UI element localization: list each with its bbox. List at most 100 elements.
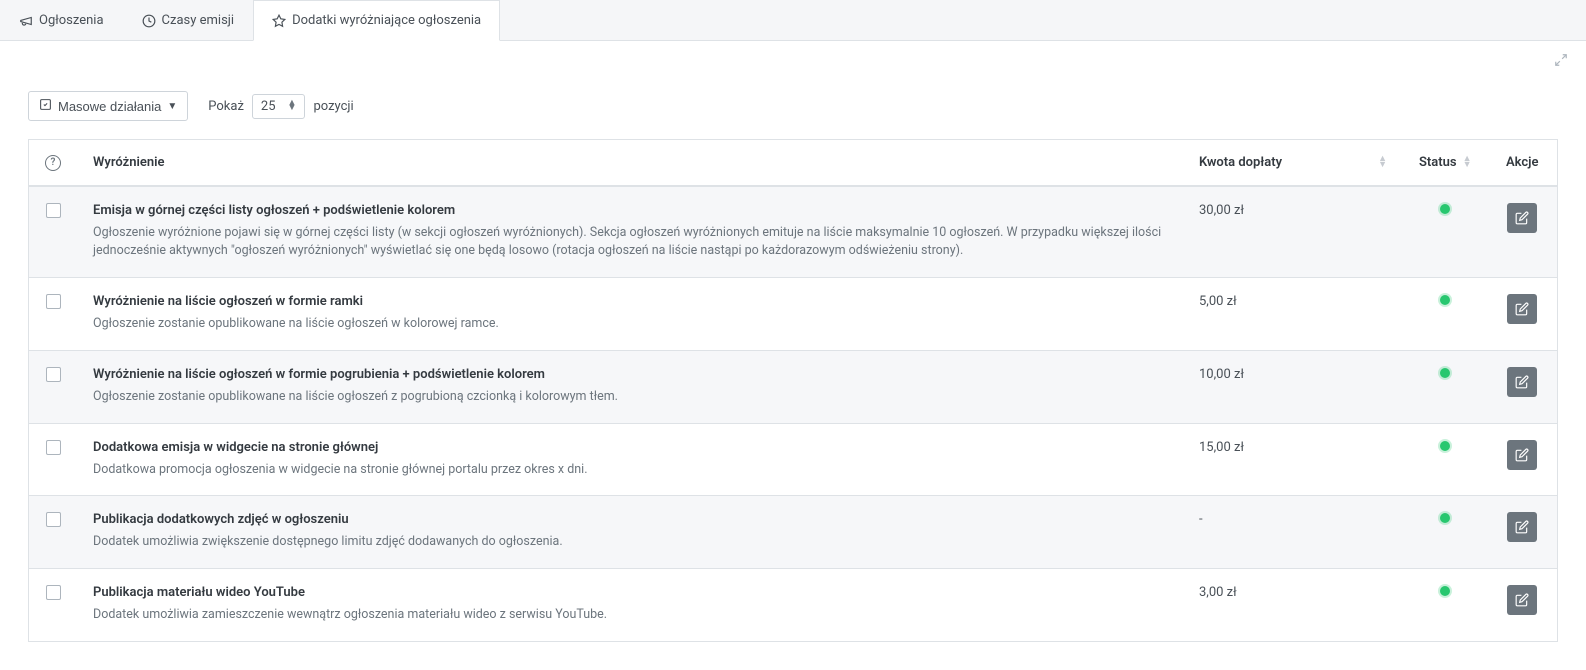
row-title: Emisja w górnej części listy ogłoszeń + … — [93, 203, 1167, 218]
row-checkbox[interactable] — [46, 512, 61, 527]
table-row: Emisja w górnej części listy ogłoszeń + … — [29, 186, 1558, 278]
row-main-cell: Wyróżnienie na liście ogłoszeń w formie … — [77, 350, 1183, 423]
edit-button[interactable] — [1507, 512, 1537, 542]
row-title: Wyróżnienie na liście ogłoszeń w formie … — [93, 294, 1167, 309]
row-actions — [1488, 496, 1558, 569]
addons-table: ? Wyróżnienie Kwota dopłaty ▲▼ Status — [28, 139, 1558, 642]
row-title: Publikacja dodatkowych zdjęć w ogłoszeni… — [93, 512, 1167, 527]
row-checkbox[interactable] — [46, 294, 61, 309]
row-description: Dodatek umożliwia zamieszczenie wewnątrz… — [93, 606, 1167, 625]
row-actions — [1488, 186, 1558, 278]
row-checkbox[interactable] — [46, 203, 61, 218]
table-row: Dodatkowa emisja w widgecie na stronie g… — [29, 423, 1558, 496]
row-actions — [1488, 350, 1558, 423]
expand-icon[interactable] — [1554, 53, 1568, 71]
row-amount: 3,00 zł — [1183, 569, 1403, 642]
row-title: Publikacja materiału wideo YouTube — [93, 585, 1167, 600]
tab-label: Dodatki wyróżniające ogłoszenia — [292, 13, 481, 28]
table-row: Publikacja dodatkowych zdjęć w ogłoszeni… — [29, 496, 1558, 569]
edit-icon — [1515, 211, 1529, 225]
help-icon[interactable]: ? — [45, 155, 61, 171]
row-actions — [1488, 278, 1558, 351]
row-main-cell: Publikacja dodatkowych zdjęć w ogłoszeni… — [77, 496, 1183, 569]
tab-announcements[interactable]: Ogłoszenia — [0, 0, 123, 40]
edit-button[interactable] — [1507, 203, 1537, 233]
row-actions — [1488, 569, 1558, 642]
row-description: Ogłoszenie zostanie opublikowane na liśc… — [93, 388, 1167, 407]
tabs-bar: Ogłoszenia Czasy emisji Dodatki wyróżnia… — [0, 0, 1586, 41]
edit-icon — [1515, 593, 1529, 607]
sort-arrows-icon: ▲▼ — [1463, 156, 1472, 168]
checkbox-icon — [39, 98, 52, 114]
row-amount: 5,00 zł — [1183, 278, 1403, 351]
col-header-actions: Akcje — [1488, 140, 1558, 186]
row-checkbox-cell — [29, 350, 78, 423]
tab-label: Czasy emisji — [162, 13, 235, 28]
row-amount: - — [1183, 496, 1403, 569]
show-label: Pokaż — [208, 99, 244, 114]
status-active-icon — [1440, 204, 1450, 214]
row-title: Wyróżnienie na liście ogłoszeń w formie … — [93, 367, 1167, 382]
select-arrows-icon: ▲▼ — [288, 101, 297, 111]
status-active-icon — [1440, 586, 1450, 596]
row-checkbox[interactable] — [46, 585, 61, 600]
edit-button[interactable] — [1507, 585, 1537, 615]
edit-icon — [1515, 375, 1529, 389]
col-header-highlight[interactable]: Wyróżnienie — [77, 140, 1183, 186]
row-amount: 15,00 zł — [1183, 423, 1403, 496]
row-status — [1403, 496, 1488, 569]
sort-arrows-icon: ▲▼ — [1378, 156, 1387, 168]
bulk-actions-label: Masowe działania — [58, 99, 161, 114]
row-main-cell: Dodatkowa emisja w widgecie na stronie g… — [77, 423, 1183, 496]
col-header-amount[interactable]: Kwota dopłaty ▲▼ — [1183, 140, 1403, 186]
col-header-status[interactable]: Status ▲▼ — [1403, 140, 1488, 186]
row-amount: 30,00 zł — [1183, 186, 1403, 278]
page-size-select[interactable]: 25 ▲▼ — [252, 94, 306, 119]
row-checkbox-cell — [29, 278, 78, 351]
entries-label: pozycji — [313, 99, 353, 114]
row-checkbox-cell — [29, 496, 78, 569]
edit-button[interactable] — [1507, 294, 1537, 324]
row-status — [1403, 569, 1488, 642]
status-active-icon — [1440, 295, 1450, 305]
table-row: Wyróżnienie na liście ogłoszeń w formie … — [29, 350, 1558, 423]
edit-icon — [1515, 520, 1529, 534]
row-description: Dodatkowa promocja ogłoszenia w widgecie… — [93, 461, 1167, 480]
row-checkbox-cell — [29, 423, 78, 496]
bulk-actions-button[interactable]: Masowe działania ▼ — [28, 91, 188, 121]
row-checkbox-cell — [29, 186, 78, 278]
col-header-help: ? — [29, 140, 78, 186]
status-active-icon — [1440, 513, 1450, 523]
row-amount: 10,00 zł — [1183, 350, 1403, 423]
clock-icon — [142, 14, 156, 28]
row-main-cell: Publikacja materiału wideo YouTube Dodate… — [77, 569, 1183, 642]
row-main-cell: Emisja w górnej części listy ogłoszeń + … — [77, 186, 1183, 278]
edit-icon — [1515, 448, 1529, 462]
row-status — [1403, 278, 1488, 351]
row-main-cell: Wyróżnienie na liście ogłoszeń w formie … — [77, 278, 1183, 351]
edit-icon — [1515, 302, 1529, 316]
row-actions — [1488, 423, 1558, 496]
row-description: Dodatek umożliwia zwiększenie dostępnego… — [93, 533, 1167, 552]
row-status — [1403, 186, 1488, 278]
megaphone-icon — [19, 14, 33, 28]
caret-down-icon: ▼ — [167, 101, 177, 112]
row-checkbox[interactable] — [46, 440, 61, 455]
status-active-icon — [1440, 441, 1450, 451]
row-checkbox-cell — [29, 569, 78, 642]
page-size-value: 25 — [261, 99, 276, 114]
row-description: Ogłoszenie wyróżnione pojawi się w górne… — [93, 224, 1167, 262]
tab-label: Ogłoszenia — [39, 13, 104, 28]
row-status — [1403, 350, 1488, 423]
tab-emission-times[interactable]: Czasy emisji — [123, 0, 254, 40]
page-size-control: Pokaż 25 ▲▼ pozycji — [208, 94, 353, 119]
edit-button[interactable] — [1507, 440, 1537, 470]
tab-highlight-addons[interactable]: Dodatki wyróżniające ogłoszenia — [253, 0, 500, 41]
table-row: Publikacja materiału wideo YouTube Dodate… — [29, 569, 1558, 642]
edit-button[interactable] — [1507, 367, 1537, 397]
row-status — [1403, 423, 1488, 496]
row-title: Dodatkowa emisja w widgecie na stronie g… — [93, 440, 1167, 455]
row-description: Ogłoszenie zostanie opublikowane na liśc… — [93, 315, 1167, 334]
content-panel: Masowe działania ▼ Pokaż 25 ▲▼ pozycji ? — [0, 41, 1586, 670]
row-checkbox[interactable] — [46, 367, 61, 382]
